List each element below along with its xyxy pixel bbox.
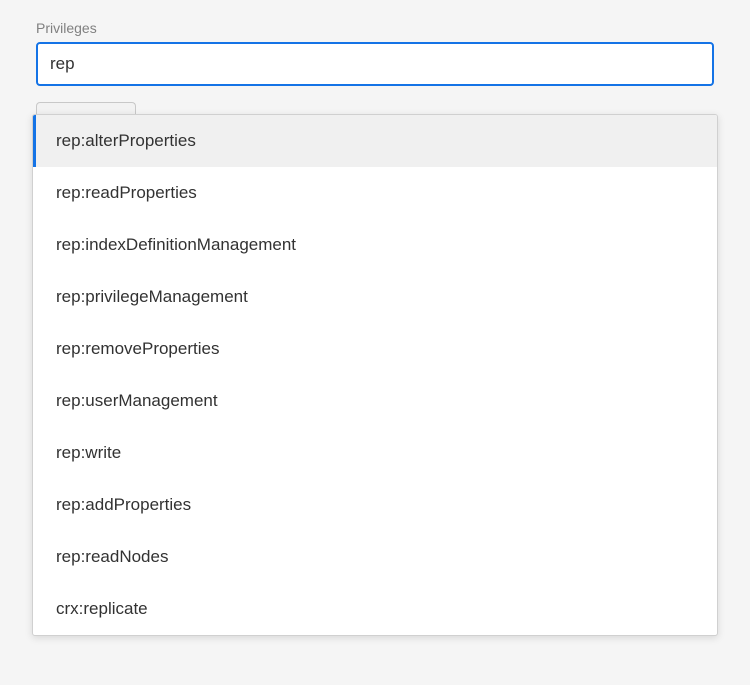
dropdown-item[interactable]: rep:indexDefinitionManagement bbox=[33, 219, 717, 271]
privileges-field: Privileges rep:alterPropertiesrep:readPr… bbox=[36, 20, 714, 86]
dropdown-item[interactable]: rep:readNodes bbox=[33, 531, 717, 583]
dropdown-item[interactable]: rep:readProperties bbox=[33, 167, 717, 219]
privileges-label: Privileges bbox=[36, 20, 714, 36]
dropdown-item[interactable]: crx:replicate bbox=[33, 583, 717, 635]
privileges-input[interactable] bbox=[36, 42, 714, 86]
dropdown-item[interactable]: rep:privilegeManagement bbox=[33, 271, 717, 323]
dropdown-item[interactable]: rep:userManagement bbox=[33, 375, 717, 427]
dropdown-item[interactable]: rep:addProperties bbox=[33, 479, 717, 531]
input-wrapper: rep:alterPropertiesrep:readPropertiesrep… bbox=[36, 42, 714, 86]
dropdown-item[interactable]: rep:write bbox=[33, 427, 717, 479]
dropdown-item[interactable]: rep:alterProperties bbox=[33, 115, 717, 167]
dropdown-item[interactable]: rep:removeProperties bbox=[33, 323, 717, 375]
privileges-dropdown: rep:alterPropertiesrep:readPropertiesrep… bbox=[32, 114, 718, 636]
